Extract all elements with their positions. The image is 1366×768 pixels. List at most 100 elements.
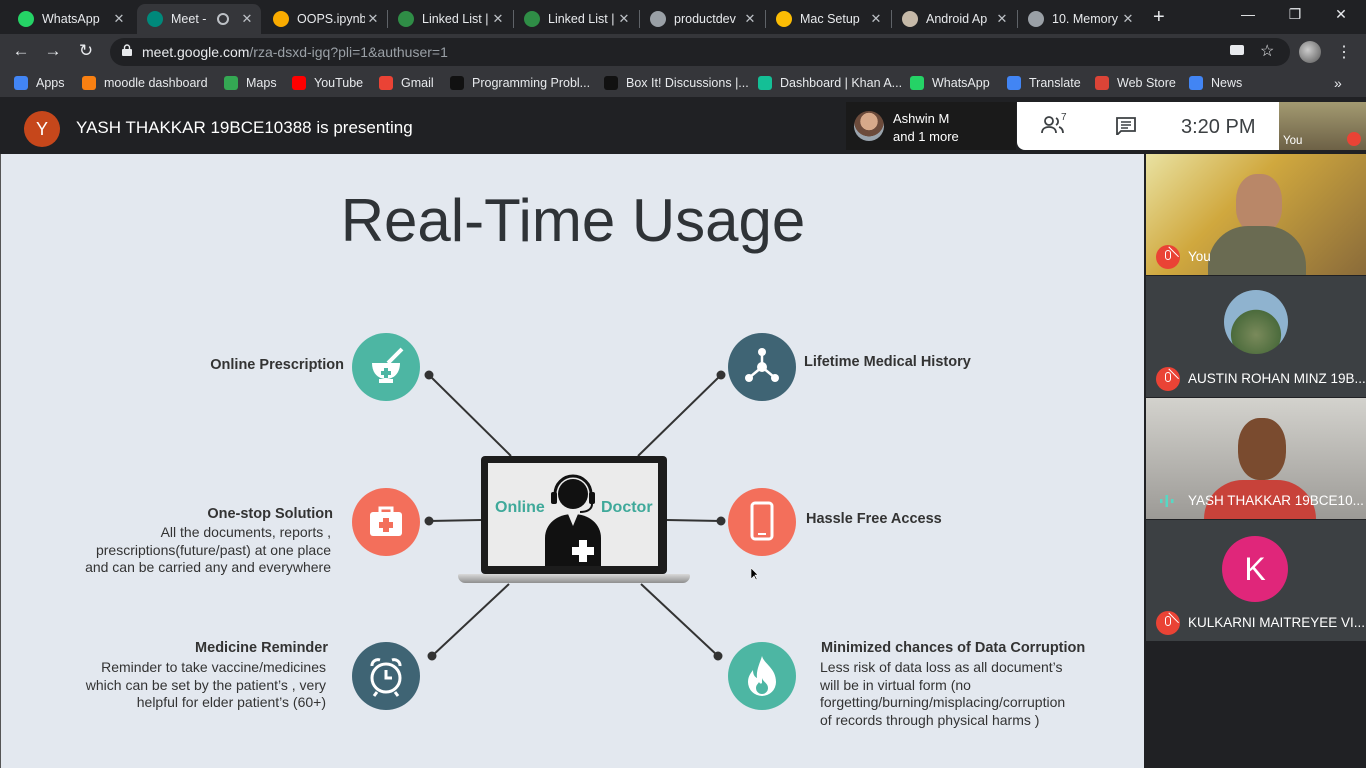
forward-button[interactable]: → <box>42 41 64 61</box>
bookmark-box-it[interactable]: Box It! Discussions |... <box>604 76 749 90</box>
meet-icon <box>147 11 163 27</box>
meet-controls: 7 3:20 PM <box>1017 102 1279 150</box>
apps-grid-icon <box>14 76 28 90</box>
back-button[interactable]: ← <box>10 41 32 61</box>
feature-desc-medicine-reminder: Reminder to take vaccine/medicines which… <box>21 659 326 712</box>
video-feed <box>1236 174 1282 232</box>
close-tab-icon[interactable]: ✕ <box>239 11 255 27</box>
close-tab-icon[interactable]: ✕ <box>490 11 506 27</box>
smartphone-icon <box>728 488 796 556</box>
whatsapp-icon <box>18 11 34 27</box>
bookmark-khan-academy[interactable]: Dashboard | Khan A... <box>758 76 902 90</box>
bookmark-maps[interactable]: Maps <box>224 76 277 90</box>
presenter-avatar: Y <box>24 111 60 147</box>
bookmark-whatsapp[interactable]: WhatsApp <box>910 76 990 90</box>
tab-title: Linked List | <box>548 12 615 26</box>
feature-label-one-stop-solution: One-stop Solution <box>207 506 333 522</box>
feature-label-lifetime-medical-history: Lifetime Medical History <box>804 354 971 370</box>
close-tab-icon[interactable]: ✕ <box>365 11 381 27</box>
bookmark-label: moodle dashboard <box>104 76 208 90</box>
tab-meet[interactable]: Meet - ✕ <box>137 4 261 34</box>
participant-tile[interactable]: K KULKARNI MAITREYEE VI... <box>1146 520 1366 641</box>
mic-off-icon <box>1347 132 1361 146</box>
desc-line: which can be set by the patient’s , very <box>85 676 326 693</box>
bookmark-label: News <box>1211 76 1243 90</box>
profile-avatar[interactable] <box>1299 41 1321 63</box>
participant-name: AUSTIN ROHAN MINZ 19B... <box>1188 371 1366 386</box>
moodle-icon <box>82 76 96 90</box>
url-text: meet.google.com/rza-dsxd-igq?pli=1&authu… <box>142 44 448 60</box>
doctor-headset-icon <box>545 474 601 566</box>
close-window-button[interactable]: ✕ <box>1326 6 1356 23</box>
site-icon <box>776 11 792 27</box>
bookmark-gmail[interactable]: Gmail <box>379 76 434 90</box>
tab-oops-notebook[interactable]: OOPS.ipynb ✕ <box>263 4 387 34</box>
bookmark-label: Apps <box>36 76 65 90</box>
bookmark-web-store[interactable]: Web Store <box>1095 76 1176 90</box>
bookmark-apps[interactable]: Apps <box>14 76 65 90</box>
tab-linked-list-1[interactable]: Linked List | ✕ <box>388 4 512 34</box>
restore-button[interactable]: ❐ <box>1280 6 1310 23</box>
laptop-base <box>458 574 690 583</box>
tab-android-app[interactable]: Android Ap ✕ <box>892 4 1016 34</box>
minimize-button[interactable]: — <box>1233 6 1263 22</box>
bookmark-label: YouTube <box>314 76 364 90</box>
self-view-thumbnail[interactable]: You <box>1279 102 1366 150</box>
participant-avatar <box>1224 290 1288 354</box>
close-tab-icon[interactable]: ✕ <box>111 11 127 27</box>
desc-line: will be in virtual form (no <box>820 676 971 693</box>
chat-icon[interactable] <box>1116 117 1136 135</box>
address-bar[interactable]: meet.google.com/rza-dsxd-igq?pli=1&authu… <box>110 38 1290 66</box>
bookmark-news[interactable]: News <box>1189 76 1242 90</box>
bookmark-label: Dashboard | Khan A... <box>780 76 903 90</box>
toolbar: ← → ↻ meet.google.com/rza-dsxd-igq?pli=1… <box>0 34 1366 70</box>
bookmark-moodle[interactable]: moodle dashboard <box>82 76 208 90</box>
feature-desc-minimized-data-corruption: Less risk of data loss as all document’s… <box>820 659 1130 729</box>
speaking-wave-icon <box>1160 495 1174 507</box>
web-store-icon <box>1095 76 1109 90</box>
bookmark-translate[interactable]: Translate <box>1007 76 1081 90</box>
meeting-clock: 3:20 PM <box>1181 116 1256 138</box>
whatsapp-icon <box>910 76 924 90</box>
close-tab-icon[interactable]: ✕ <box>742 11 758 27</box>
tab-linked-list-2[interactable]: Linked List | ✕ <box>514 4 638 34</box>
more-bookmarks-icon[interactable]: » <box>1334 75 1342 91</box>
browser-menu-icon[interactable]: ⋮ <box>1336 42 1352 62</box>
bookmark-youtube[interactable]: YouTube <box>292 76 363 90</box>
tab-title: Android Ap <box>926 12 988 26</box>
participant-tile[interactable]: AUSTIN ROHAN MINZ 19B... <box>1146 276 1366 397</box>
self-label: You <box>1283 135 1303 147</box>
tab-title: OOPS.ipynb <box>297 12 365 26</box>
participant-tile[interactable]: YASH THAKKAR 19BCE10... <box>1146 398 1366 519</box>
reload-button[interactable]: ↻ <box>75 41 97 61</box>
other-participants-chip[interactable]: Ashwin M and 1 more <box>846 102 1016 150</box>
bookmark-label: Translate <box>1029 76 1081 90</box>
presentation-slide: Real-Time Usage Online Prescription Life… <box>0 154 1144 768</box>
bookmark-programming-problems[interactable]: Programming Probl... <box>450 76 590 90</box>
participant-avatar: K <box>1222 536 1288 602</box>
bookmark-label: Programming Probl... <box>472 76 591 90</box>
tab-productdev[interactable]: productdev ✕ <box>640 4 764 34</box>
tab-whatsapp[interactable]: WhatsApp ✕ <box>8 4 133 34</box>
close-tab-icon[interactable]: ✕ <box>1120 11 1136 27</box>
close-tab-icon[interactable]: ✕ <box>868 11 884 27</box>
close-tab-icon[interactable]: ✕ <box>616 11 632 27</box>
participant-avatar <box>854 111 884 141</box>
video-feed <box>1238 418 1286 480</box>
mortar-pestle-icon <box>352 333 420 401</box>
new-tab-button[interactable]: + <box>1153 6 1165 29</box>
network-nodes-icon <box>728 333 796 401</box>
tab-mac-setup[interactable]: Mac Setup ✕ <box>766 4 890 34</box>
hackerrank-icon <box>604 76 618 90</box>
colab-icon <box>273 11 289 27</box>
camera-icon[interactable] <box>1230 45 1244 55</box>
participant-tile[interactable]: You <box>1146 154 1366 275</box>
desc-line: Less risk of data loss as all document’s <box>820 659 1063 675</box>
tab-memory[interactable]: 10. Memory ✕ <box>1018 4 1142 34</box>
close-tab-icon[interactable]: ✕ <box>994 11 1010 27</box>
bookmark-label: Maps <box>246 76 277 90</box>
youtube-icon <box>292 76 306 90</box>
bookmark-label: WhatsApp <box>932 76 990 90</box>
bookmark-star-icon[interactable]: ☆ <box>1260 41 1274 61</box>
tab-title: Mac Setup <box>800 12 860 26</box>
